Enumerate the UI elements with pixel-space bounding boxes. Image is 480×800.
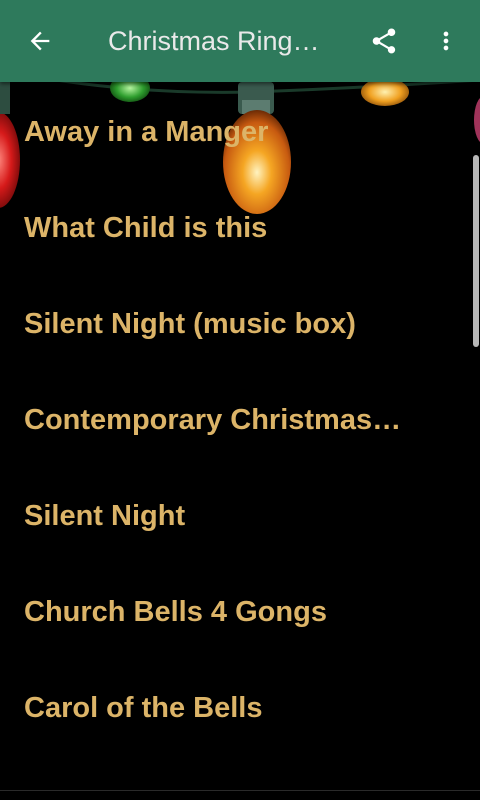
list-item[interactable]: Away in a Manger (0, 84, 480, 180)
screen: Christmas Ring… Away in a Manger What Ch… (0, 0, 480, 800)
app-bar: Christmas Ring… (0, 0, 480, 82)
list-item[interactable]: Silent Night (0, 468, 480, 564)
back-button[interactable] (16, 17, 64, 65)
ringtone-label: Silent Night (music box) (24, 307, 356, 340)
page-title: Christmas Ring… (108, 26, 320, 56)
ringtone-label: What Child is this (24, 211, 268, 244)
ringtone-label: Contemporary Christmas… (24, 403, 402, 436)
list-item[interactable]: Silent Night (music box) (0, 276, 480, 372)
list-item[interactable]: What Child is this (0, 180, 480, 276)
ringtone-list: Away in a Manger What Child is this Sile… (0, 84, 480, 756)
arrow-left-icon (30, 31, 50, 51)
ringtone-label: Carol of the Bells (24, 691, 263, 724)
more-vert-icon (443, 31, 449, 51)
more-options-button[interactable] (424, 17, 468, 65)
list-item[interactable]: Church Bells 4 Gongs (0, 564, 480, 660)
list-item[interactable]: Contemporary Christmas… (0, 372, 480, 468)
ringtone-label: Away in a Manger (24, 115, 269, 148)
share-button[interactable] (360, 17, 408, 65)
ringtone-label: Church Bells 4 Gongs (24, 595, 327, 628)
scrollbar[interactable] (473, 155, 479, 347)
list-item[interactable]: Carol of the Bells (0, 660, 480, 756)
divider (0, 790, 480, 791)
share-icon (372, 28, 396, 54)
ringtone-label: Silent Night (24, 499, 186, 532)
